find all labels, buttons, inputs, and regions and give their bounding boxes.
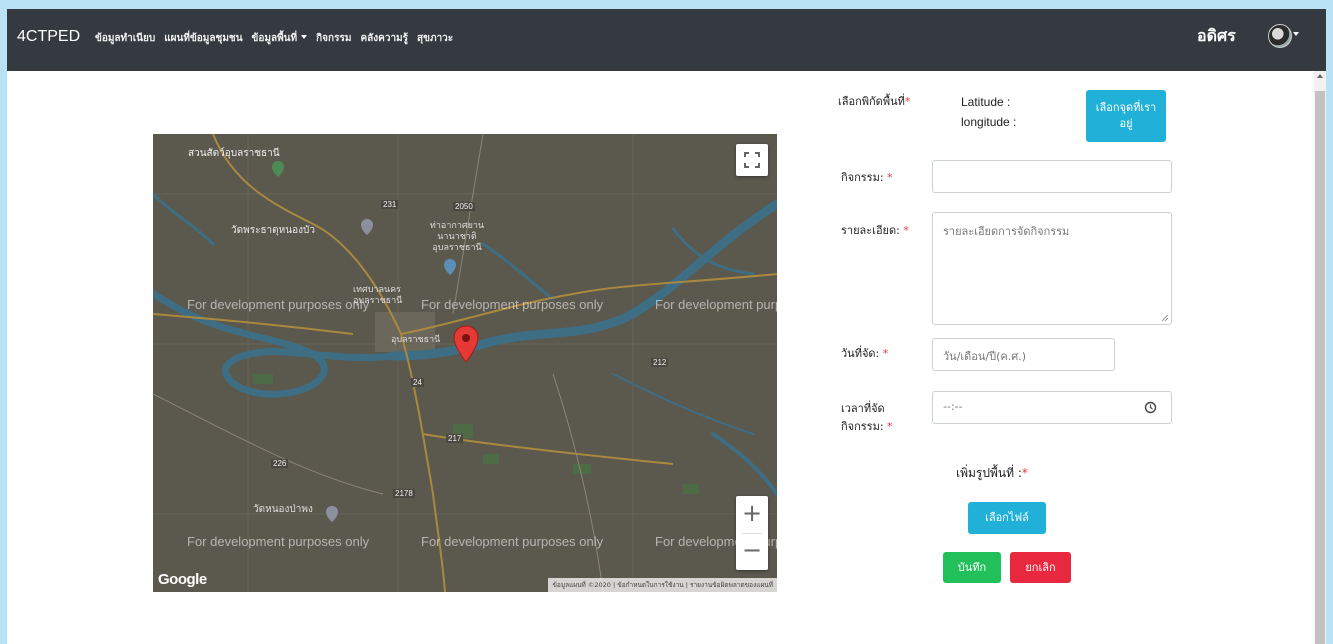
date-input[interactable]: วัน/เดือน/ปี(ค.ศ.) bbox=[932, 338, 1115, 371]
road-shield-217: 217 bbox=[446, 434, 464, 443]
required-mark: * bbox=[882, 347, 889, 360]
fullscreen-button[interactable] bbox=[736, 144, 768, 176]
map[interactable]: สวนสัตว์อุบลราชธานี วัดพระธาตุหนองบัว ท่… bbox=[153, 134, 777, 592]
detail-textarea[interactable]: รายละเอียดการจัดกิจกรรม bbox=[932, 212, 1172, 325]
watermark-3: For development purposes only bbox=[655, 297, 777, 312]
avatar[interactable] bbox=[1268, 24, 1292, 48]
map-label-temple-2: วัดหนองป่าพง bbox=[253, 504, 313, 515]
clock-icon[interactable] bbox=[1144, 401, 1157, 414]
detail-label: รายละเอียด: * bbox=[841, 222, 911, 240]
map-label-city: อุบลราชธานี bbox=[391, 334, 441, 344]
watermark-2: For development purposes only bbox=[421, 297, 604, 312]
road-shield-2050: 2050 bbox=[453, 202, 475, 211]
cancel-button[interactable]: ยกเลิก bbox=[1010, 552, 1071, 583]
zoo-pin-icon bbox=[272, 161, 284, 177]
time-label: เวลาที่จัดกิจกรรม: * bbox=[841, 400, 911, 436]
required-mark: * bbox=[904, 95, 911, 108]
watermark-1: For development purposes only bbox=[187, 297, 370, 312]
fullscreen-icon bbox=[744, 152, 760, 168]
road-shield-226: 226 bbox=[271, 459, 289, 468]
required-mark: * bbox=[887, 420, 893, 433]
avatar-caret-icon[interactable] bbox=[1293, 32, 1299, 36]
scroll-up-icon[interactable] bbox=[1317, 74, 1323, 78]
nav-menu: ข้อมูลทำเนียบ แผนที่ข้อมูลชุมชน ข้อมูลพื… bbox=[95, 31, 453, 46]
required-mark: * bbox=[1021, 466, 1028, 480]
location-label-text: เลือกพิกัดพื้นที่ bbox=[838, 95, 905, 108]
watermark-5: For development purposes only bbox=[421, 534, 604, 549]
longitude-label: longitude : bbox=[961, 115, 1017, 129]
browser-window: 4CTPED ข้อมูลทำเนียบ แผนที่ข้อมูลชุมชน ข… bbox=[7, 9, 1326, 644]
user-name[interactable]: อดิศร bbox=[1197, 24, 1236, 49]
scrollbar-thumb[interactable] bbox=[1315, 91, 1325, 644]
temple-pin-icon bbox=[361, 219, 373, 235]
time-label-text: เวลาที่จัดกิจกรรม: bbox=[841, 402, 885, 433]
nav-item-directory[interactable]: ข้อมูลทำเนียบ bbox=[95, 31, 155, 46]
activity-label-text: กิจกรรม: bbox=[841, 171, 884, 184]
image-label-text: เพิ่มรูปพื้นที่ : bbox=[956, 466, 1022, 480]
detail-label-text: รายละเอียด: bbox=[841, 224, 900, 237]
nav-item-wellbeing[interactable]: สุขภาวะ bbox=[417, 31, 453, 46]
detail-placeholder: รายละเอียดการจัดกิจกรรม bbox=[943, 225, 1070, 238]
zoom-control: + − bbox=[736, 496, 768, 570]
latitude-label: Latitude : bbox=[961, 95, 1011, 109]
activity-label: กิจกรรม: * bbox=[841, 169, 893, 187]
required-mark: * bbox=[887, 171, 893, 184]
caret-down-icon bbox=[301, 35, 308, 39]
zoom-out-button[interactable]: − bbox=[736, 533, 768, 570]
road-shield-212: 212 bbox=[651, 358, 669, 367]
resize-handle-icon[interactable] bbox=[1161, 314, 1169, 322]
date-label: วันที่จัด: * bbox=[841, 345, 888, 363]
map-attribution[interactable]: ข้อมูลแผนที่ ©2020 | ข้อกำหนดในการใช้งาน… bbox=[548, 578, 777, 592]
google-logo: Google bbox=[158, 571, 207, 588]
temple-pin-2-icon bbox=[326, 506, 338, 522]
pick-location-button[interactable]: เลือกจุดที่เราอยู่ bbox=[1086, 90, 1166, 142]
road-shield-24: 24 bbox=[411, 378, 424, 387]
time-placeholder: --:-- bbox=[943, 400, 963, 413]
map-marker-icon[interactable] bbox=[453, 325, 479, 363]
map-label-airport: ท่าอากาศยานนานาชาติอุบลราชธานี bbox=[429, 220, 485, 252]
nav-item-activities[interactable]: กิจกรรม bbox=[316, 31, 351, 46]
watermark-4: For development purposes only bbox=[187, 534, 370, 549]
airport-pin-icon bbox=[444, 259, 456, 275]
nav-item-community-map[interactable]: แผนที่ข้อมูลชุมชน bbox=[164, 31, 242, 46]
road-shield-2178: 2178 bbox=[393, 489, 415, 498]
nav-item-area-data[interactable]: ข้อมูลพื้นที่ bbox=[252, 31, 308, 46]
nav-item-area-data-label: ข้อมูลพื้นที่ bbox=[251, 33, 298, 44]
navbar: 4CTPED ข้อมูลทำเนียบ แผนที่ข้อมูลชุมชน ข… bbox=[7, 9, 1326, 71]
map-label-temple: วัดพระธาตุหนองบัว bbox=[231, 225, 315, 236]
date-label-text: วันที่จัด: bbox=[841, 347, 880, 360]
road-shield-231: 231 bbox=[381, 200, 399, 209]
map-label-zoo: สวนสัตว์อุบลราชธานี bbox=[188, 148, 280, 159]
required-mark: * bbox=[903, 224, 909, 237]
image-label: เพิ่มรูปพื้นที่ :* bbox=[956, 464, 1028, 482]
time-input[interactable]: --:-- bbox=[932, 391, 1172, 424]
brand[interactable]: 4CTPED bbox=[17, 28, 80, 46]
location-label: เลือกพิกัดพื้นที่* bbox=[838, 93, 910, 111]
activity-input[interactable] bbox=[932, 160, 1172, 193]
save-button[interactable]: บันทึก bbox=[943, 552, 1001, 583]
choose-file-button[interactable]: เลือกไฟล์ bbox=[968, 502, 1046, 534]
zoom-in-button[interactable]: + bbox=[736, 496, 768, 533]
nav-item-knowledge[interactable]: คลังความรู้ bbox=[360, 31, 408, 46]
